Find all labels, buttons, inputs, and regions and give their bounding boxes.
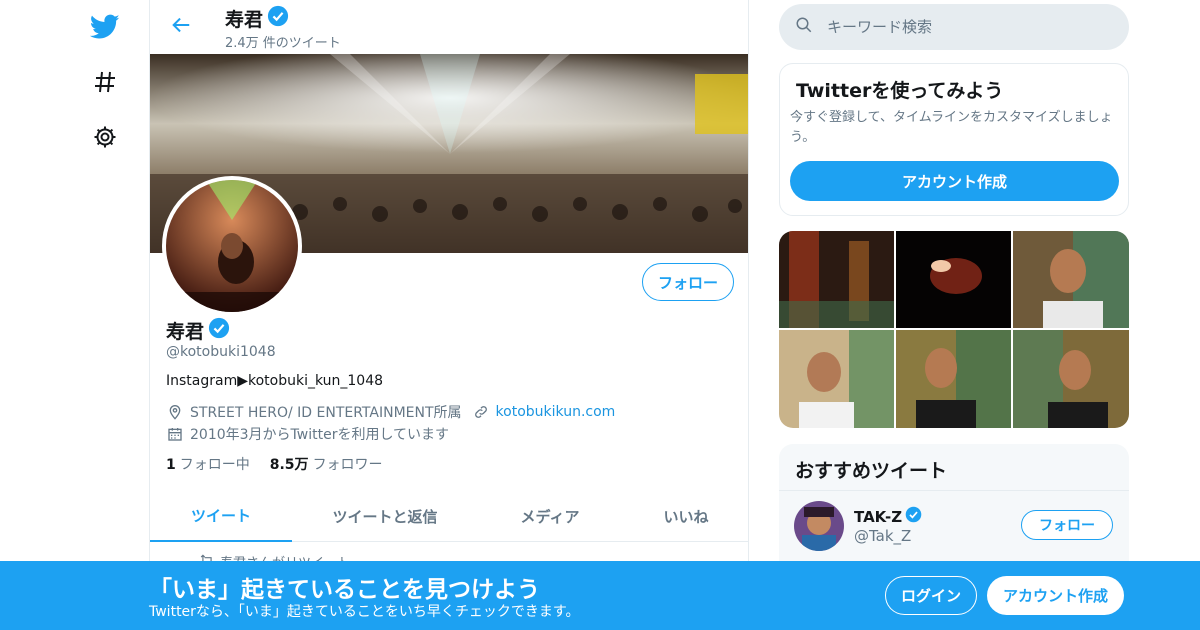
recommended-title: おすすめツイート — [795, 460, 948, 482]
recommended-follow-button[interactable]: フォロー — [1021, 510, 1113, 540]
verified-badge-icon — [267, 5, 289, 32]
profile-avatar[interactable] — [162, 176, 302, 316]
tab-tweets[interactable]: ツイート — [150, 490, 292, 542]
back-arrow-icon[interactable] — [168, 12, 194, 38]
bottom-signup-bar: 「いま」起きていることを見つけよう Twitterなら、「いま」起きていることを… — [0, 561, 1200, 630]
avatar — [794, 501, 844, 551]
left-nav — [80, 0, 130, 630]
header-name-text: 寿君 — [225, 9, 264, 31]
profile-stats: 1 フォロー中 8.5万 フォロワー — [166, 454, 383, 474]
twitter-bird-icon[interactable] — [90, 12, 120, 42]
media-thumbnail[interactable] — [896, 231, 1011, 328]
signup-card-description: 今すぐ登録して、タイムラインをカスタマイズしましょう。 — [790, 110, 1113, 145]
profile-joined: 2010年3月からTwitterを利用しています — [190, 427, 450, 443]
profile-website-link[interactable]: kotobukikun.com — [496, 404, 616, 420]
media-grid — [779, 231, 1129, 428]
profile-joined-row: 2010年3月からTwitterを利用しています — [166, 424, 449, 444]
link-icon — [472, 403, 490, 421]
recommended-user-handle: @Tak_Z — [854, 527, 912, 545]
signup-card-title: Twitterを使ってみよう — [796, 80, 1004, 102]
right-sidebar: Twitterを使ってみよう 今すぐ登録して、タイムラインをカスタマイズしましょ… — [779, 0, 1129, 630]
bottom-bar-title: 「いま」起きていることを見つけよう — [149, 577, 540, 603]
following-count: 1 — [166, 457, 176, 473]
calendar-icon — [166, 425, 184, 443]
following-label: フォロー中 — [179, 457, 250, 473]
signup-card: Twitterを使ってみよう 今すぐ登録して、タイムラインをカスタマイズしましょ… — [779, 63, 1129, 216]
search-box[interactable] — [779, 4, 1129, 50]
tab-likes[interactable]: いいね — [622, 490, 748, 542]
media-thumbnail[interactable] — [1013, 330, 1129, 428]
verified-badge-icon — [208, 317, 230, 344]
follow-button[interactable]: フォロー — [642, 263, 734, 301]
hashtag-icon[interactable] — [90, 67, 120, 97]
profile-header-bar: 寿君 2.4万 件のツイート — [150, 0, 748, 54]
profile-location: STREET HERO/ ID ENTERTAINMENT所属 — [190, 405, 462, 421]
following-stat[interactable]: 1 フォロー中 — [166, 454, 250, 474]
profile-handle: @kotobuki1048 — [166, 344, 276, 360]
media-thumbnail[interactable] — [779, 231, 894, 328]
login-button[interactable]: ログイン — [885, 576, 977, 615]
followers-label: フォロワー — [312, 457, 383, 473]
gear-icon[interactable] — [90, 122, 120, 152]
media-thumbnail[interactable] — [1013, 231, 1129, 328]
page: 寿君 2.4万 件のツイート フォロー 寿君 @kotobuki1048 Ins… — [0, 0, 1200, 630]
profile-column: 寿君 2.4万 件のツイート フォロー 寿君 @kotobuki1048 Ins… — [149, 0, 749, 630]
header-name: 寿君 — [225, 5, 289, 32]
profile-tabs: ツイート ツイートと返信 メディア いいね — [150, 490, 748, 542]
profile-name: 寿君 — [166, 317, 230, 344]
search-icon — [795, 16, 813, 38]
verified-badge-icon — [905, 506, 922, 527]
media-thumbnail[interactable] — [896, 330, 1011, 428]
create-account-button[interactable]: アカウント作成 — [790, 161, 1119, 201]
recommended-user-name-text: TAK-Z — [854, 507, 903, 526]
tab-tweets-replies[interactable]: ツイートと返信 — [292, 490, 478, 542]
bottom-bar-subtitle: Twitterなら、「いま」起きていることをいち早くチェックできます。 — [149, 604, 580, 620]
tweet-count: 2.4万 件のツイート — [225, 36, 341, 51]
followers-count: 8.5万 — [269, 457, 309, 473]
search-input[interactable] — [827, 18, 1107, 36]
recommended-user[interactable]: TAK-Z @Tak_Z フォロー — [779, 490, 1129, 560]
bottom-create-account-button[interactable]: アカウント作成 — [987, 576, 1124, 615]
profile-bio: Instagram▶kotobuki_kun_1048 — [166, 373, 384, 389]
profile-location-row: STREET HERO/ ID ENTERTAINMENT所属 kotobuki… — [166, 402, 615, 422]
profile-name-text: 寿君 — [166, 321, 205, 343]
followers-stat[interactable]: 8.5万 フォロワー — [270, 454, 383, 474]
location-pin-icon — [166, 403, 184, 421]
avatar — [166, 180, 298, 312]
recommended-user-name: TAK-Z — [854, 506, 922, 527]
media-thumbnail[interactable] — [779, 330, 894, 428]
tab-media[interactable]: メディア — [478, 490, 622, 542]
